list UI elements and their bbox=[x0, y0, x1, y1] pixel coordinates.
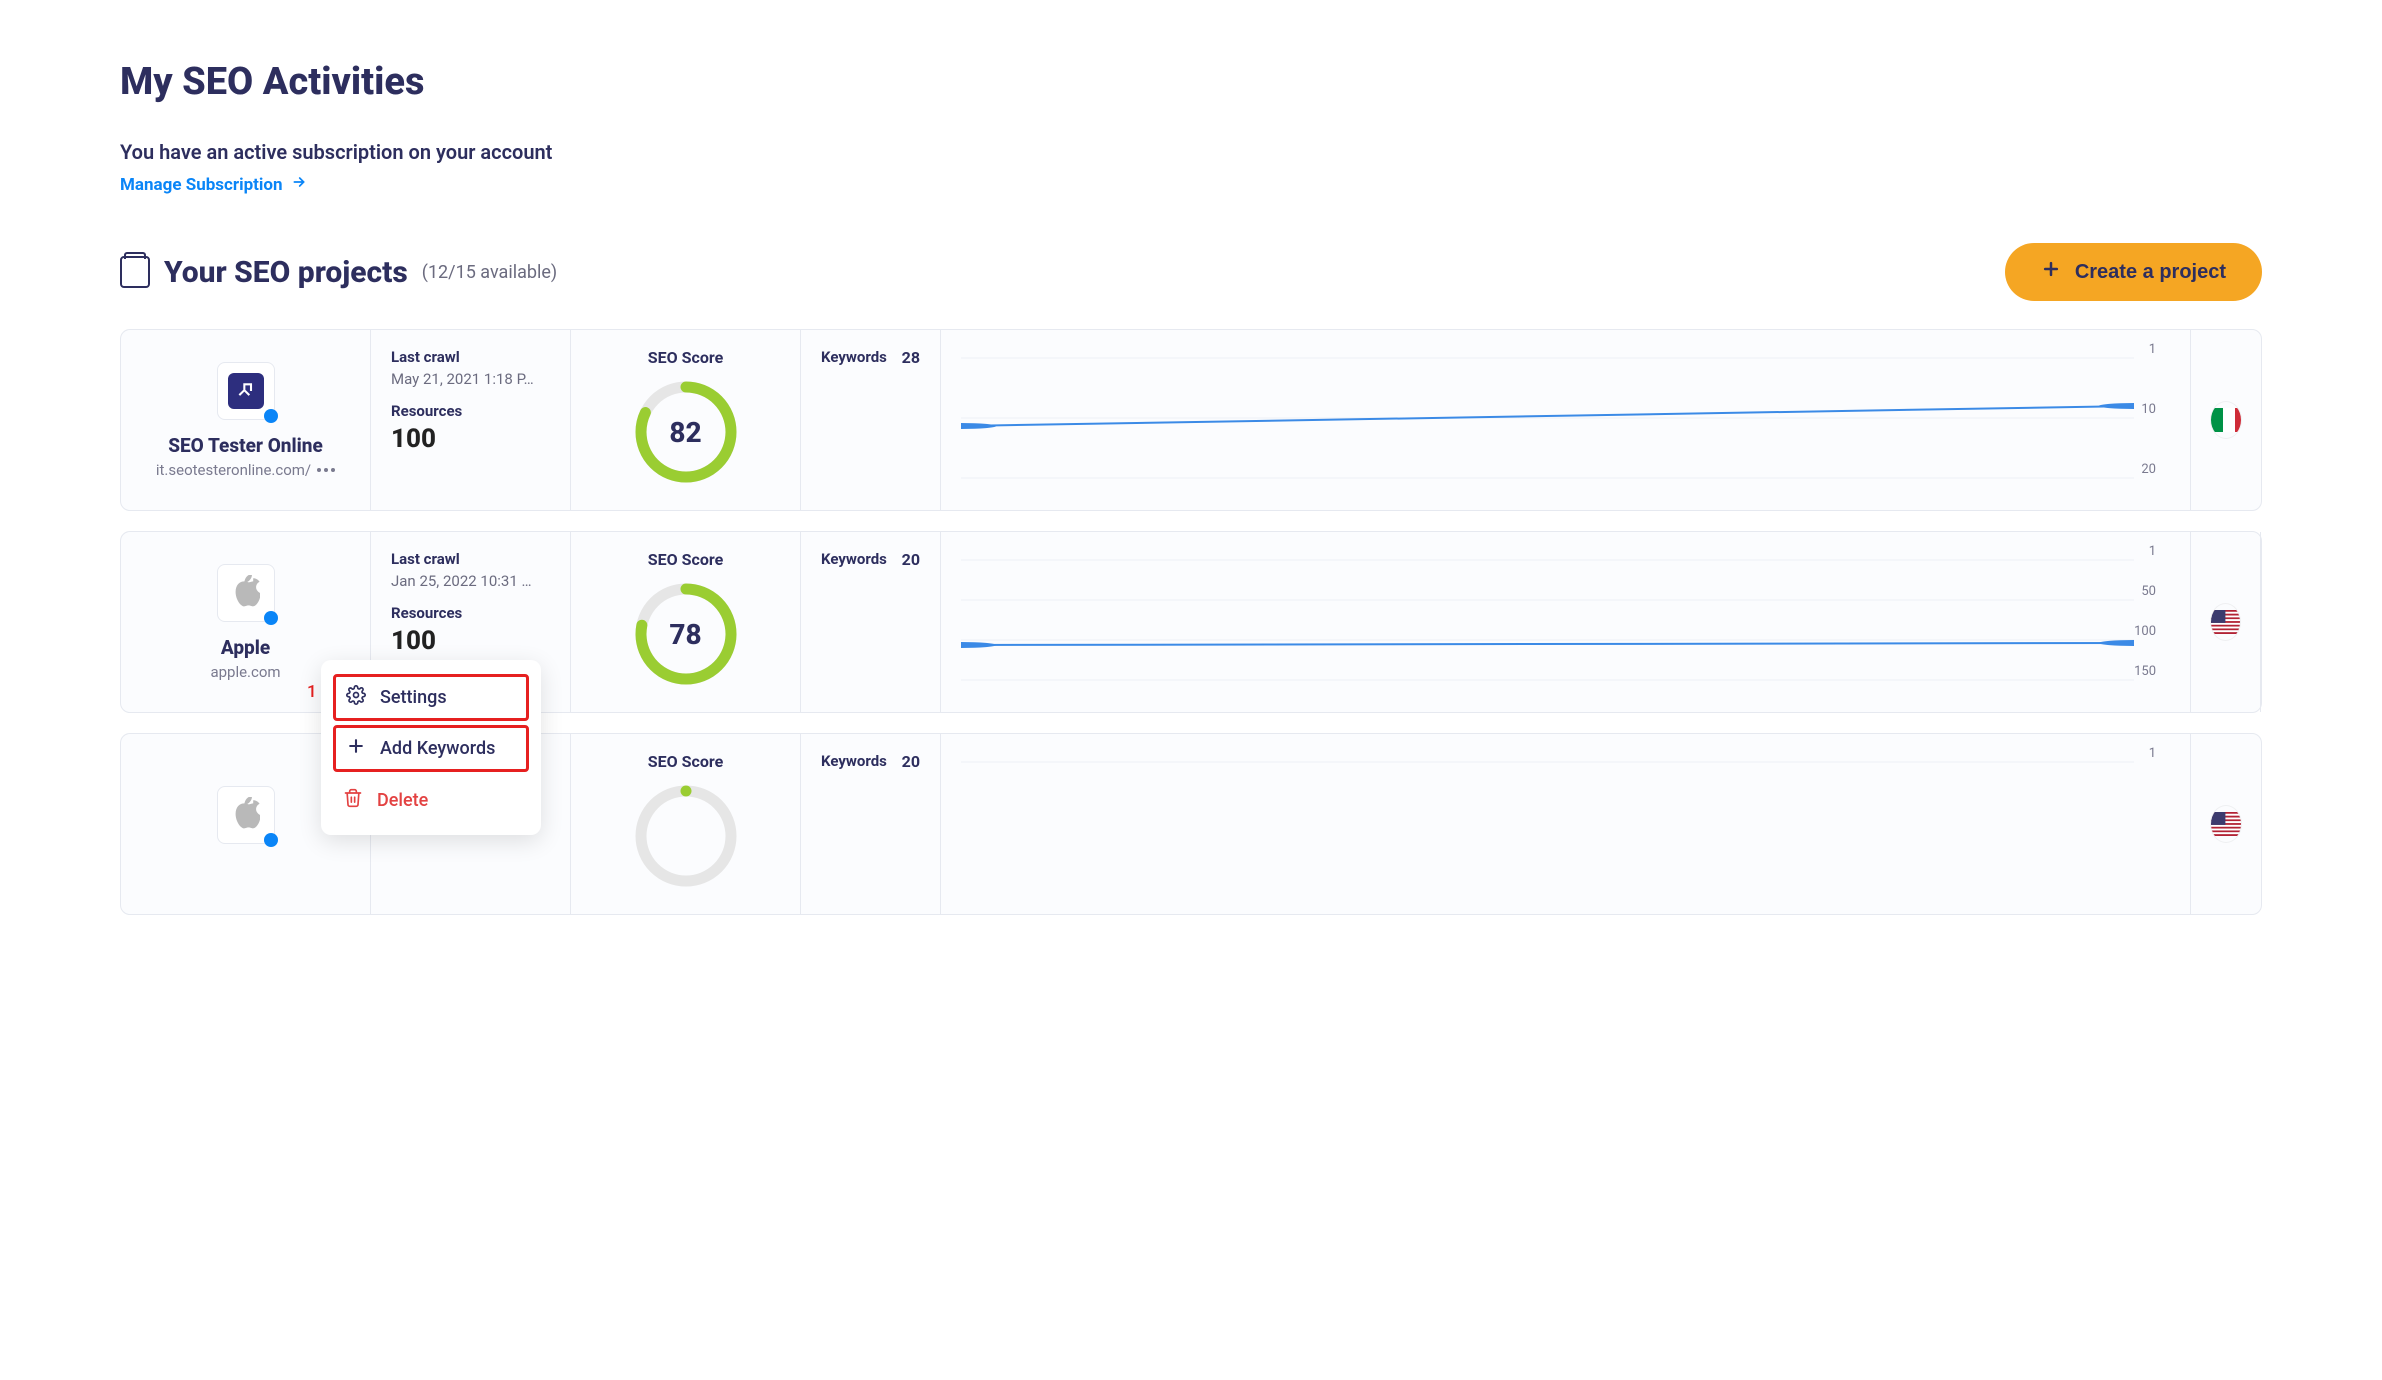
project-name: SEO Tester Online bbox=[168, 434, 323, 457]
project-context-menu: Settings Add Keywords Delete bbox=[321, 660, 541, 835]
resources-label: Resources bbox=[391, 402, 550, 420]
more-icon[interactable] bbox=[317, 468, 335, 472]
seo-score-label: SEO Score bbox=[648, 550, 723, 569]
projects-title: Your SEO projects bbox=[164, 255, 408, 290]
keywords-label: Keywords bbox=[821, 348, 887, 366]
menu-settings[interactable]: Settings bbox=[333, 674, 529, 721]
project-card[interactable]: SEO Tester Online it.seotesteronline.com… bbox=[120, 329, 2262, 511]
last-crawl-value: May 21, 2021 1:18 P… bbox=[391, 370, 550, 388]
country-flag-icon bbox=[2211, 604, 2240, 640]
project-logo bbox=[217, 786, 275, 844]
manage-subscription-link[interactable]: Manage Subscription bbox=[120, 174, 307, 195]
country-flag-icon bbox=[2211, 806, 2241, 842]
project-logo bbox=[217, 564, 275, 622]
annotation-1: 1 bbox=[307, 682, 317, 702]
project-url-row: it.seotesteronline.com/ bbox=[156, 461, 335, 479]
chart-tick-label: 10 bbox=[2141, 402, 2156, 417]
project-card[interactable]: Apple apple.com Last crawl Jan 25, 2022 … bbox=[120, 531, 2262, 713]
chart-tick-label: 1 bbox=[2149, 544, 2156, 559]
project-url: apple.com bbox=[210, 663, 280, 681]
seo-score-value: 82 bbox=[631, 377, 741, 487]
status-dot-icon bbox=[264, 409, 278, 423]
status-dot-icon bbox=[264, 833, 278, 847]
seo-score-ring bbox=[631, 781, 741, 891]
rank-chart: 1 bbox=[941, 734, 2191, 914]
menu-delete-label: Delete bbox=[377, 790, 428, 811]
last-crawl-label: Last crawl bbox=[391, 348, 550, 366]
menu-delete[interactable]: Delete bbox=[321, 776, 541, 825]
keywords-count: 20 bbox=[902, 752, 920, 774]
trash-icon bbox=[343, 788, 363, 813]
chart-tick-label: 100 bbox=[2134, 624, 2156, 639]
manage-subscription-label: Manage Subscription bbox=[120, 175, 283, 195]
gear-icon bbox=[346, 685, 366, 710]
chart-tick-label: 150 bbox=[2134, 664, 2156, 679]
resources-value: 100 bbox=[391, 424, 550, 454]
seo-score-label: SEO Score bbox=[648, 348, 723, 367]
keywords-count: 28 bbox=[902, 348, 920, 370]
seo-score-label: SEO Score bbox=[648, 752, 723, 771]
projects-icon bbox=[120, 256, 150, 288]
resources-value: 100 bbox=[391, 626, 550, 656]
rank-chart: 150100150 bbox=[941, 532, 2191, 712]
chart-tick-label: 50 bbox=[2141, 584, 2156, 599]
keywords-count: 20 bbox=[902, 550, 920, 572]
project-url-row: apple.com bbox=[210, 663, 280, 681]
seo-score-value: 78 bbox=[631, 579, 741, 689]
project-url: it.seotesteronline.com/ bbox=[156, 461, 311, 479]
project-logo bbox=[217, 362, 275, 420]
status-dot-icon bbox=[264, 611, 278, 625]
country-flag-icon bbox=[2211, 402, 2241, 438]
plus-icon bbox=[346, 736, 366, 761]
keywords-label: Keywords bbox=[821, 752, 887, 770]
create-project-button[interactable]: Create a project bbox=[2005, 243, 2262, 301]
menu-add-keywords-label: Add Keywords bbox=[380, 738, 495, 759]
resources-label: Resources bbox=[391, 604, 550, 622]
chart-tick-label: 1 bbox=[2149, 342, 2156, 357]
seo-score-value bbox=[631, 781, 741, 891]
rank-chart: 1 10 20 bbox=[941, 330, 2191, 510]
create-project-label: Create a project bbox=[2075, 261, 2226, 284]
seo-score-ring: 78 bbox=[631, 579, 741, 689]
last-crawl-value: Jan 25, 2022 10:31 … bbox=[391, 572, 550, 590]
seo-score-ring: 82 bbox=[631, 377, 741, 487]
keywords-label: Keywords bbox=[821, 550, 887, 568]
menu-settings-label: Settings bbox=[380, 687, 447, 708]
projects-header: Your SEO projects (12/15 available) Crea… bbox=[120, 243, 2262, 301]
plus-icon bbox=[2041, 259, 2061, 285]
page-title: My SEO Activities bbox=[120, 60, 2262, 104]
project-name: Apple bbox=[221, 636, 270, 659]
last-crawl-label: Last crawl bbox=[391, 550, 550, 568]
chart-tick-label: 1 bbox=[2149, 746, 2156, 761]
arrow-right-icon bbox=[291, 174, 307, 195]
chart-tick-label: 20 bbox=[2141, 462, 2156, 477]
menu-add-keywords[interactable]: Add Keywords bbox=[333, 725, 529, 772]
projects-availability: (12/15 available) bbox=[422, 262, 557, 283]
subscription-status: You have an active subscription on your … bbox=[120, 140, 2262, 164]
